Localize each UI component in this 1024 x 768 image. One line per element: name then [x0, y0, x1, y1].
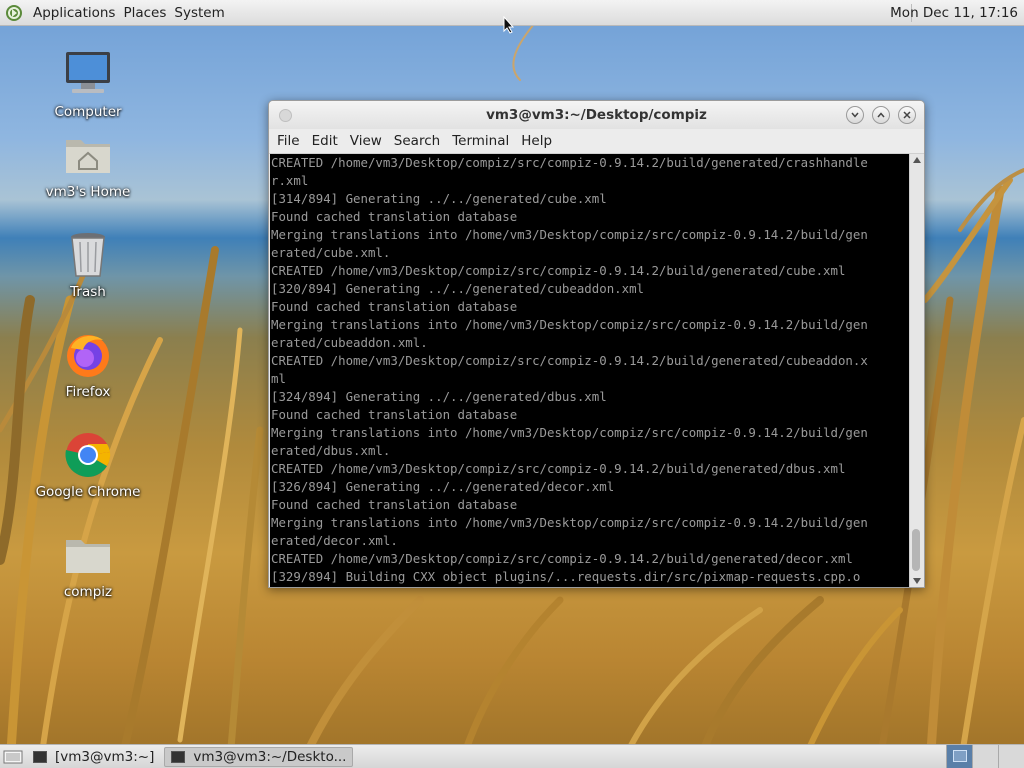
terminal-output[interactable]: CREATED /home/vm3/Desktop/compiz/src/com…	[270, 154, 911, 587]
terminal-icon	[171, 750, 186, 763]
terminal-line: [320/894] Generating ../../generated/cub…	[271, 281, 644, 296]
terminal-line: Found cached translation database	[271, 209, 518, 224]
folder-icon	[66, 540, 110, 573]
desktop-icon-label: vm3's Home	[45, 184, 131, 200]
minimize-button[interactable]	[846, 106, 864, 124]
desktop-icon-label: Firefox	[65, 384, 111, 400]
terminal-line: ml	[271, 371, 286, 386]
desktop-icon-firefox[interactable]: Firefox	[33, 330, 143, 400]
computer-icon	[66, 52, 110, 93]
workspace-1[interactable]	[946, 745, 972, 768]
workspace-3[interactable]	[998, 745, 1024, 768]
terminal-line: Merging translations into /home/vm3/Desk…	[271, 317, 868, 332]
menu-system[interactable]: System	[170, 5, 228, 21]
taskbar-item-label: vm3@vm3:~/Deskto...	[193, 748, 347, 765]
chevron-up-icon	[877, 112, 885, 118]
terminal-line: CREATED /home/vm3/Desktop/compiz/src/com…	[271, 353, 868, 368]
desktop-icon-trash[interactable]: Trash	[33, 230, 143, 300]
taskbar-item-terminal-2[interactable]: vm3@vm3:~/Deskto...	[164, 746, 354, 767]
terminal-line: [326/894] Generating ../../generated/dec…	[271, 479, 615, 494]
terminal-line: Merging translations into /home/vm3/Desk…	[271, 227, 868, 242]
desktop-icon-label: Computer	[54, 104, 122, 120]
terminal-line: CREATED /home/vm3/Desktop/compiz/src/com…	[271, 461, 846, 476]
workspace-2[interactable]	[972, 745, 998, 768]
menu-terminal[interactable]: Terminal	[446, 133, 515, 149]
terminal-line: r.xml	[271, 173, 309, 188]
desktop-icon-label: Trash	[70, 284, 106, 300]
terminal-line: erated/dbus.xml.	[271, 443, 391, 458]
terminal-line: Merging translations into /home/vm3/Desk…	[271, 425, 868, 440]
taskbar-item-label: [vm3@vm3:~]	[55, 748, 155, 765]
workspace-switcher	[946, 745, 1024, 768]
close-button[interactable]	[898, 106, 916, 124]
terminal-line: CREATED /home/vm3/Desktop/compiz/src/com…	[271, 551, 853, 566]
firefox-icon	[67, 335, 109, 377]
show-desktop-icon[interactable]	[3, 749, 23, 765]
terminal-line: [314/894] Generating ../../generated/cub…	[271, 191, 607, 206]
menu-file[interactable]: File	[271, 133, 306, 149]
window-title: vm3@vm3:~/Desktop/compiz	[486, 107, 707, 123]
chevron-down-icon	[851, 112, 859, 118]
window-titlebar[interactable]: vm3@vm3:~/Desktop/compiz	[269, 101, 924, 129]
menu-applications[interactable]: Applications	[29, 5, 119, 21]
bottom-panel: [vm3@vm3:~] vm3@vm3:~/Deskto...	[0, 744, 1024, 768]
menu-places[interactable]: Places	[119, 5, 170, 21]
clock[interactable]: Mon Dec 11, 17:16	[890, 5, 1018, 21]
scrollbar-thumb[interactable]	[912, 529, 920, 571]
terminal-scrollbar[interactable]	[909, 154, 924, 587]
desktop-icon-home[interactable]: vm3's Home	[33, 130, 143, 200]
terminal-line: Found cached translation database	[271, 407, 518, 422]
home-folder-icon	[66, 140, 110, 173]
taskbar-item-terminal-1[interactable]: [vm3@vm3:~]	[27, 747, 160, 767]
terminal-icon	[33, 750, 47, 763]
menu-help[interactable]: Help	[515, 133, 558, 149]
desktop-icon-chrome[interactable]: Google Chrome	[33, 430, 143, 500]
chrome-icon	[65, 433, 111, 477]
desktop-icon-compiz[interactable]: compiz	[33, 530, 143, 600]
close-icon	[903, 111, 911, 119]
menu-view[interactable]: View	[344, 133, 388, 149]
terminal-line: erated/cubeaddon.xml.	[271, 335, 428, 350]
terminal-line: CREATED /home/vm3/Desktop/compiz/src/com…	[271, 263, 846, 278]
mate-logo-icon[interactable]	[5, 4, 23, 22]
window-menubar: File Edit View Search Terminal Help	[269, 129, 924, 154]
terminal-window: vm3@vm3:~/Desktop/compiz File Edit View …	[268, 100, 925, 588]
terminal-line: Merging translations into /home/vm3/Desk…	[271, 515, 868, 530]
terminal-line: Found cached translation database	[271, 497, 518, 512]
scroll-up-arrow-icon[interactable]	[913, 157, 921, 163]
scroll-down-arrow-icon[interactable]	[913, 578, 921, 584]
maximize-button[interactable]	[872, 106, 890, 124]
desktop-icon-computer[interactable]: Computer	[33, 50, 143, 120]
desktop-icon-label: compiz	[63, 584, 113, 600]
terminal-line: erated/cube.xml.	[271, 245, 391, 260]
terminal-line: [329/894] Building CXX object plugins/..…	[271, 569, 861, 584]
desktop-icon-label: Google Chrome	[35, 484, 141, 500]
terminal-line: Found cached translation database	[271, 299, 518, 314]
menu-search[interactable]: Search	[388, 133, 446, 149]
trash-icon	[71, 233, 105, 277]
mouse-cursor-icon	[503, 16, 515, 34]
terminal-line: [324/894] Generating ../../generated/dbu…	[271, 389, 607, 404]
terminal-line: CREATED /home/vm3/Desktop/compiz/src/com…	[271, 155, 868, 170]
terminal-line: erated/decor.xml.	[271, 533, 398, 548]
menu-edit[interactable]: Edit	[306, 133, 344, 149]
